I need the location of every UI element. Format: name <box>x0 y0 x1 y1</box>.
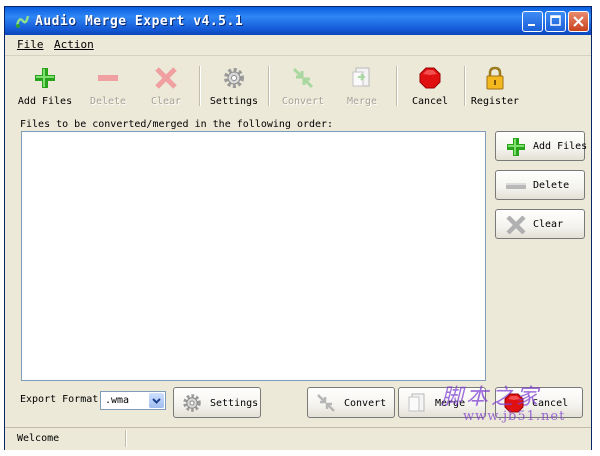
minus-icon <box>98 75 118 81</box>
toolbar-cancel-button[interactable]: Cancel <box>405 62 455 110</box>
lock-icon <box>486 66 504 90</box>
toolbar-settings-label: Settings <box>209 96 259 107</box>
toolbar-merge-label: Merge <box>346 96 378 107</box>
toolbar-clear-label: Clear <box>150 96 182 107</box>
toolbar-separator <box>464 66 466 106</box>
toolbar-clear-button[interactable]: Clear <box>141 62 191 110</box>
watermark-title: 脚本之家 <box>441 385 542 410</box>
clear-button[interactable]: Clear <box>495 209 585 239</box>
app-logo-icon <box>15 15 30 28</box>
export-format-value: .wma <box>105 395 130 406</box>
minus-icon <box>506 183 526 189</box>
maximize-icon <box>550 15 561 26</box>
merge-document-icon <box>408 393 425 412</box>
app-window: Audio Merge Expert v4.5.1 File Action Ad… <box>4 6 592 450</box>
files-list[interactable] <box>21 131 486 381</box>
toolbar: Add Files Delete Clear Settings Convert … <box>5 56 591 114</box>
convert-arrows-icon <box>292 67 314 89</box>
status-bar: Welcome <box>5 427 591 450</box>
convert-button[interactable]: Convert <box>307 387 395 418</box>
x-mark-icon <box>506 216 526 234</box>
gear-icon <box>183 394 201 412</box>
title-bar[interactable]: Audio Merge Expert v4.5.1 <box>5 7 591 35</box>
minimize-button[interactable] <box>522 11 543 32</box>
merge-document-icon <box>352 67 370 87</box>
toolbar-delete-label: Delete <box>89 96 127 107</box>
toolbar-register-label: Register <box>470 96 520 107</box>
settings-button[interactable]: Settings <box>173 387 261 418</box>
menu-action[interactable]: Action <box>54 38 94 51</box>
convert-arrows-icon <box>317 394 335 412</box>
stop-icon <box>419 67 441 89</box>
minimize-icon <box>528 24 535 26</box>
x-mark-icon <box>155 67 177 89</box>
plus-icon <box>507 138 525 156</box>
close-icon <box>573 16 584 27</box>
settings-button-label: Settings <box>210 398 259 409</box>
toolbar-settings-button[interactable]: Settings <box>205 62 263 110</box>
delete-button-label: Delete <box>533 180 570 191</box>
toolbar-add-files-label: Add Files <box>17 96 73 107</box>
toolbar-merge-button[interactable]: Merge <box>339 62 385 110</box>
toolbar-convert-label: Convert <box>281 96 325 107</box>
menu-file[interactable]: File <box>17 38 44 51</box>
menu-bar: File Action <box>5 35 591 56</box>
gear-icon <box>224 68 244 88</box>
status-separator <box>125 430 127 447</box>
plus-icon <box>35 68 55 88</box>
toolbar-register-button[interactable]: Register <box>469 62 521 110</box>
toolbar-convert-button[interactable]: Convert <box>275 62 331 110</box>
clear-button-label: Clear <box>533 219 564 230</box>
add-files-button-label: Add Files <box>533 141 588 152</box>
toolbar-separator <box>199 66 201 106</box>
toolbar-separator <box>396 66 398 106</box>
toolbar-add-files-button[interactable]: Add Files <box>15 62 75 110</box>
files-list-caption: Files to be converted/merged in the foll… <box>20 119 334 130</box>
chevron-down-icon <box>152 398 161 404</box>
watermark-url: www.jb51.net <box>463 409 566 424</box>
maximize-button[interactable] <box>545 11 566 32</box>
close-button[interactable] <box>568 11 589 32</box>
export-format-label: Export Format <box>20 394 99 405</box>
export-format-select[interactable]: .wma <box>100 391 166 410</box>
add-files-button[interactable]: Add Files <box>495 131 588 161</box>
toolbar-delete-button[interactable]: Delete <box>83 62 133 110</box>
window-title: Audio Merge Expert v4.5.1 <box>35 14 244 29</box>
toolbar-cancel-label: Cancel <box>411 96 449 107</box>
dropdown-arrow-button[interactable] <box>149 393 164 408</box>
watermark: 脚本之家 www.jb51.net <box>441 379 565 424</box>
toolbar-separator <box>268 66 270 106</box>
status-text: Welcome <box>17 433 60 444</box>
delete-button[interactable]: Delete <box>495 170 585 200</box>
convert-button-label: Convert <box>344 398 387 409</box>
